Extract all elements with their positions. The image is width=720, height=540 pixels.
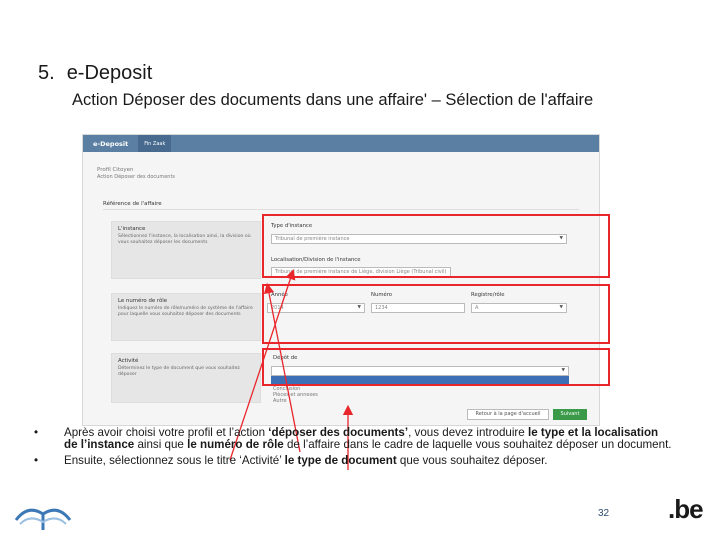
- bullet-dot: •: [34, 453, 39, 467]
- bold-text: le numéro de rôle: [187, 438, 284, 452]
- text: Ensuite, sélectionnez sous le titre ‘Act…: [64, 453, 285, 467]
- bold-text: ‘déposer des documents’: [268, 426, 409, 439]
- bullet-item: • Ensuite, sélectionnez sous le titre ‘Ac…: [34, 453, 674, 467]
- instruction-bullets: • Après avoir choisi votre profil et l’ac…: [34, 426, 674, 470]
- text: Après avoir choisi votre profil et l’act…: [64, 426, 269, 439]
- be-logo: .be: [668, 494, 704, 524]
- text: , vous devez introduire: [408, 426, 528, 439]
- text: que vous souhaitez déposer.: [396, 453, 548, 467]
- bullet-text: Ensuite, sélectionnez sous le titre ‘Act…: [64, 454, 548, 467]
- text: de l’affaire dans le cadre de laquelle v…: [283, 438, 672, 452]
- text: ainsi que: [134, 438, 188, 452]
- justice-logo-icon: [14, 500, 72, 537]
- bullet-text: Après avoir choisi votre profil et l’act…: [64, 426, 672, 451]
- page-number: 32: [598, 508, 610, 519]
- bullet-item: • Après avoir choisi votre profil et l’ac…: [34, 426, 674, 452]
- bullet-dot: •: [34, 426, 39, 439]
- bold-text: le type de document: [284, 453, 397, 467]
